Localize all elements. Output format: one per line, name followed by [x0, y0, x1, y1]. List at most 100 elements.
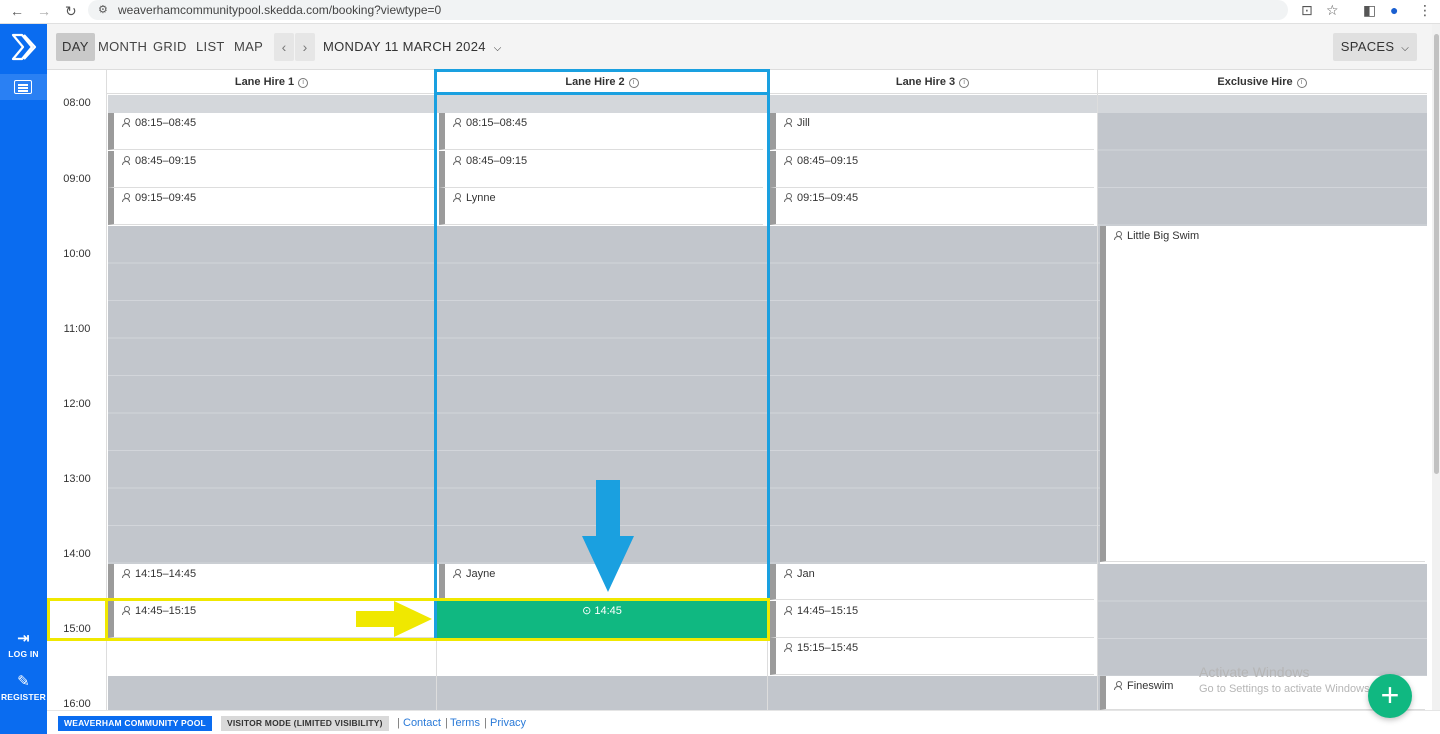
tab-month[interactable]: MONTH [92, 33, 153, 61]
reload-icon[interactable]: ↻ [65, 2, 77, 20]
unavailable-slot [1098, 113, 1427, 226]
bookings-list-button[interactable] [0, 74, 47, 100]
booking-label: 08:45–09:15 [135, 155, 197, 167]
list-icon [14, 80, 32, 94]
person-icon [1114, 231, 1122, 240]
tab-list[interactable]: LIST [190, 33, 231, 61]
plus-icon: + [1380, 677, 1400, 713]
windows-activation-watermark: Activate Windows Go to Settings to activ… [1199, 664, 1373, 695]
time-label: 13:00 [63, 473, 91, 485]
booking-block[interactable]: 08:45–09:15 [108, 151, 435, 188]
pencil-icon: ✎ [17, 673, 30, 690]
highlight-box-1500-time [47, 598, 108, 641]
unavailable-slot [1098, 564, 1427, 676]
right-arrow-icon [356, 601, 432, 637]
spaces-dropdown[interactable]: SPACES ⌵ [1333, 33, 1417, 61]
chevron-down-icon: ⌵ [1401, 43, 1410, 54]
venue-badge: WEAVERHAM COMMUNITY POOL [58, 716, 212, 731]
booking-block[interactable]: Jan [770, 564, 1094, 600]
booking-block[interactable]: 14:15–14:45 [108, 564, 435, 600]
site-info-icon[interactable]: ⚙ [98, 0, 108, 20]
person-icon [784, 193, 792, 202]
tab-day[interactable]: DAY [56, 33, 95, 61]
contact-link[interactable]: Contact [403, 716, 441, 731]
browser-menu-icon[interactable]: ⋮ [1418, 2, 1432, 19]
column-divider [1097, 70, 1098, 710]
time-label: 16:00 [63, 698, 91, 710]
person-icon [784, 118, 792, 127]
date-picker[interactable]: MONDAY 11 MARCH 2024 ⌵ [323, 33, 502, 63]
register-label: REGISTER [0, 692, 47, 702]
booking-label: 15:15–15:45 [797, 642, 859, 654]
visitor-mode-badge: VISITOR MODE (LIMITED VISIBILITY) [221, 716, 389, 731]
forward-arrow-icon[interactable]: → [37, 2, 51, 20]
calendar-scrollbar[interactable] [1432, 24, 1440, 710]
page-footer: WEAVERHAM COMMUNITY POOL VISITOR MODE (L… [47, 710, 1440, 734]
booking-label: Fineswim [1127, 680, 1174, 692]
booking-label: 08:45–09:15 [797, 155, 859, 167]
login-button[interactable]: ⇥ LOG IN [0, 631, 47, 660]
time-label: 09:00 [63, 173, 91, 185]
terms-link[interactable]: Terms [450, 716, 480, 731]
date-label: MONDAY 11 MARCH 2024 [323, 39, 486, 54]
time-label: 12:00 [63, 398, 91, 410]
separator: | [397, 717, 400, 729]
column-header-lane-hire-3[interactable]: Lane Hire 3i [768, 70, 1097, 94]
side-panel-icon[interactable]: ◧ [1363, 2, 1376, 19]
booking-label: Jill [797, 117, 810, 129]
install-app-icon[interactable]: ⊡ [1301, 2, 1313, 19]
person-icon [784, 156, 792, 165]
booking-block[interactable]: 08:15–08:45 [108, 113, 435, 150]
tab-map[interactable]: MAP [228, 33, 269, 61]
spaces-label: SPACES [1340, 39, 1395, 54]
booking-block[interactable]: Little Big Swim [1100, 226, 1425, 562]
tab-grid[interactable]: GRID [147, 33, 193, 61]
scrollbar-thumb[interactable] [1434, 34, 1439, 474]
booking-block[interactable]: 15:15–15:45 [770, 638, 1094, 675]
person-icon [122, 156, 130, 165]
booking-block[interactable]: 14:45–15:15 [770, 601, 1094, 638]
person-icon [122, 193, 130, 202]
chevron-down-icon: ⌵ [493, 43, 502, 54]
booking-label: 14:15–14:45 [135, 568, 197, 580]
back-arrow-icon[interactable]: ← [10, 2, 24, 20]
time-label: 11:00 [63, 323, 91, 335]
time-label: 14:00 [63, 548, 91, 560]
column-title: Lane Hire 1 [234, 76, 295, 88]
person-icon [122, 569, 130, 578]
booking-block[interactable]: 08:45–09:15 [770, 151, 1094, 188]
privacy-link[interactable]: Privacy [490, 716, 526, 731]
column-header-exclusive-hire[interactable]: Exclusive Hire i [1097, 70, 1427, 94]
down-arrow-icon [582, 480, 634, 592]
info-icon[interactable]: i [959, 78, 970, 88]
empty-slot[interactable] [437, 638, 768, 676]
prev-day-button[interactable]: ‹ [274, 33, 294, 61]
calendar-toolbar: DAY MONTH GRID LIST MAP ‹ › MONDAY 11 MA… [47, 24, 1440, 70]
booking-block[interactable]: 09:15–09:45 [770, 188, 1094, 225]
booking-block[interactable]: Jill [770, 113, 1094, 150]
next-day-button[interactable]: › [295, 33, 315, 61]
column-header-lane-hire-1[interactable]: Lane Hire 1i [107, 70, 436, 94]
time-label: 08:00 [63, 97, 91, 109]
add-booking-button[interactable]: + [1368, 674, 1412, 718]
booking-label: 09:15–09:45 [135, 192, 197, 204]
unavailable-slot [108, 676, 1100, 710]
profile-icon[interactable]: ● [1390, 2, 1398, 18]
booking-label: 09:15–09:45 [797, 192, 859, 204]
info-icon[interactable]: i [298, 78, 309, 88]
separator: | [484, 717, 487, 729]
time-label: 10:00 [63, 248, 91, 260]
booking-block[interactable]: 09:15–09:45 [108, 188, 435, 225]
register-button[interactable]: ✎ REGISTER [0, 673, 47, 703]
url-field[interactable]: ⚙ weaverhamcommunitypool.skedda.com/book… [88, 0, 1288, 20]
app-sidebar: ⇥ LOG IN ✎ REGISTER [0, 24, 47, 734]
bookmark-star-icon[interactable]: ☆ [1326, 2, 1339, 19]
empty-slot[interactable] [108, 638, 437, 676]
skedda-logo-icon[interactable] [10, 32, 38, 62]
person-icon [784, 569, 792, 578]
booking-label: 08:15–08:45 [135, 117, 197, 129]
watermark-line-2: Go to Settings to activate Windows. [1199, 683, 1373, 695]
watermark-line-1: Activate Windows [1199, 664, 1310, 680]
info-icon[interactable]: i [1296, 78, 1307, 88]
login-label: LOG IN [8, 649, 39, 659]
